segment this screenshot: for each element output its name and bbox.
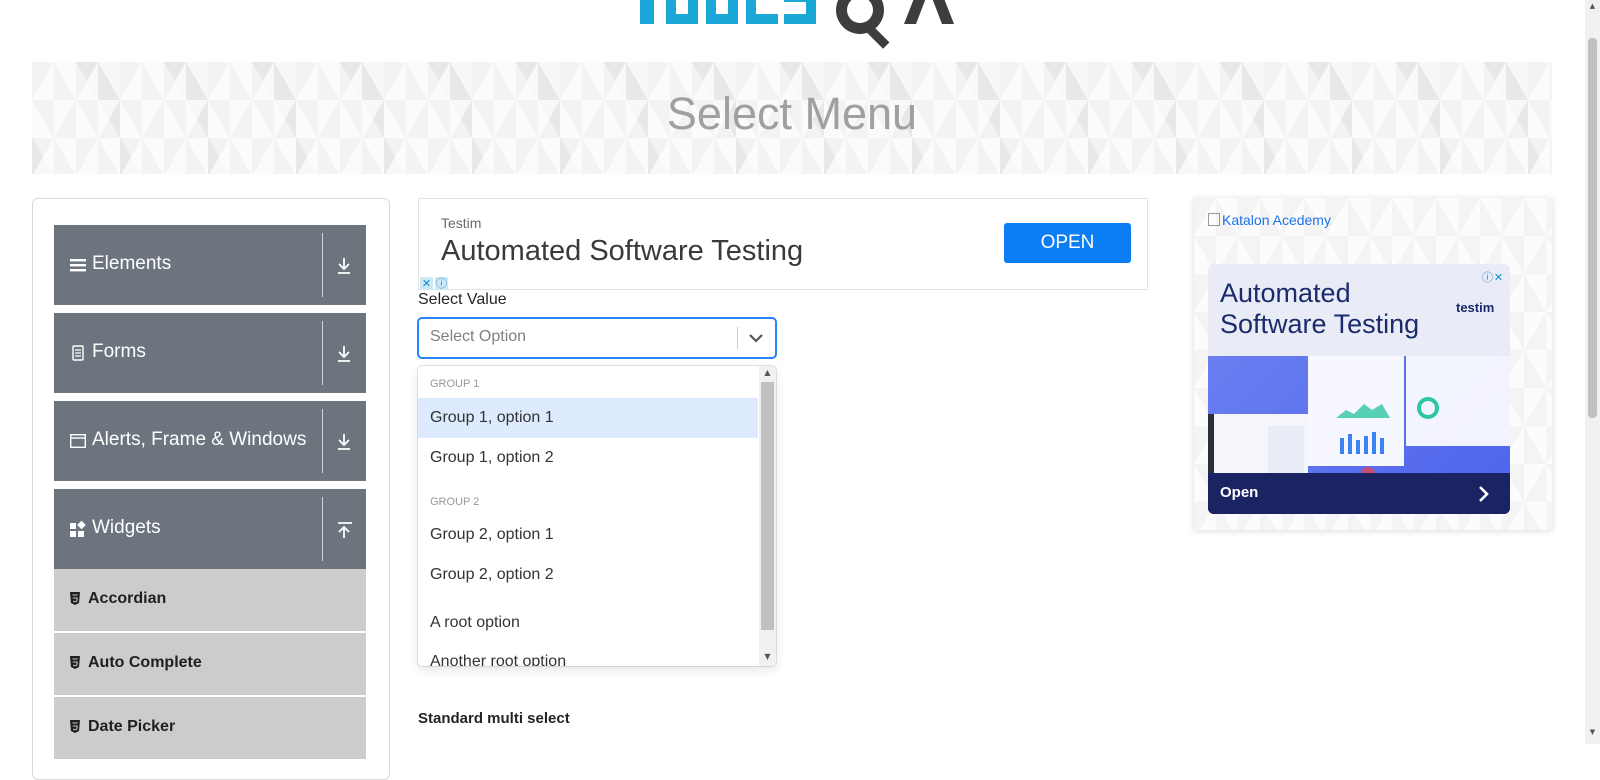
select-option[interactable]: Group 2, option 2 <box>418 555 758 595</box>
nav-item-label: Auto Complete <box>88 654 202 671</box>
select-option[interactable]: Group 1, option 1 <box>418 398 758 438</box>
download-arrow-icon[interactable] <box>336 257 352 275</box>
divider <box>322 233 323 297</box>
ad-brand: Testim <box>441 215 482 231</box>
nav-item-date-picker[interactable]: Date Picker <box>54 697 366 759</box>
nav-group-label: Widgets <box>92 517 161 538</box>
ad-headline: Automated Software Testing <box>441 235 804 267</box>
close-ad-icon[interactable]: ✕ <box>420 277 433 290</box>
nav-group-elements[interactable]: Elements <box>54 225 366 305</box>
toolsqa-logo[interactable] <box>640 0 960 54</box>
nav-item-label: Accordian <box>88 590 167 607</box>
left-panel-nav: Elements Forms Alerts, Frame & Windows W… <box>32 198 390 780</box>
nav-item-accordian[interactable]: Accordian <box>54 569 366 631</box>
select-value-dropdown[interactable]: Select Option <box>418 318 776 358</box>
ad-open-bar[interactable]: Open <box>1208 473 1510 514</box>
select-option[interactable]: A root option <box>418 603 758 643</box>
menu-scrollbar-thumb[interactable] <box>761 382 774 630</box>
group-heading: GROUP 1 <box>430 378 480 390</box>
scroll-down-icon[interactable]: ▼ <box>1585 728 1600 742</box>
select-option[interactable]: Group 1, option 2 <box>418 438 758 478</box>
nav-group-widgets[interactable]: Widgets <box>54 489 366 569</box>
broken-image-icon <box>1208 213 1220 226</box>
ad-headline: Automated Software Testing <box>1220 278 1420 339</box>
ad-choices[interactable]: ⓘ✕ <box>1482 266 1504 285</box>
html5-icon <box>70 720 80 733</box>
divider <box>322 409 323 473</box>
html5-icon <box>70 592 80 605</box>
page-scrollbar-thumb[interactable] <box>1588 38 1597 418</box>
download-arrow-icon[interactable] <box>336 345 352 363</box>
standard-multi-select-label: Standard multi select <box>418 710 570 727</box>
nav-group-alerts-frame-windows[interactable]: Alerts, Frame & Windows <box>54 401 366 481</box>
select-value-label: Select Value <box>418 291 507 308</box>
ad-card[interactable]: ⓘ✕ Automated Software Testing testim Ope… <box>1208 264 1510 514</box>
broken-image-link[interactable]: Katalon Acedemy <box>1208 212 1331 228</box>
chevron-right-icon <box>1479 486 1489 502</box>
document-icon <box>72 345 84 361</box>
widgets-icon <box>70 521 86 537</box>
page-scrollbar[interactable]: ▲ ▼ <box>1585 0 1600 744</box>
indicator-separator <box>737 327 738 349</box>
ad-sidebar-right[interactable]: Katalon Acedemy ⓘ✕ Automated Software Te… <box>1194 198 1552 530</box>
ad-brand: testim <box>1456 300 1495 315</box>
scroll-up-icon[interactable]: ▲ <box>761 368 774 380</box>
group-heading: GROUP 2 <box>430 496 480 508</box>
ad-open-label: Open <box>1220 484 1259 501</box>
ad-choices[interactable]: ✕ ⓘ <box>420 272 450 290</box>
scroll-down-icon[interactable]: ▼ <box>761 652 774 664</box>
select-menu-list: GROUP 1 Group 1, option 1 Group 1, optio… <box>418 366 776 666</box>
select-option[interactable]: Group 2, option 1 <box>418 515 758 555</box>
html5-icon <box>70 656 80 669</box>
ad-info-icon[interactable]: ⓘ <box>435 277 448 290</box>
upload-arrow-icon[interactable] <box>336 521 352 539</box>
divider <box>322 497 323 561</box>
nav-item-label: Date Picker <box>88 718 176 735</box>
page-title: Select Menu <box>666 88 918 139</box>
scroll-up-icon[interactable]: ▲ <box>1585 2 1600 16</box>
nav-group-label: Elements <box>92 253 172 274</box>
nav-item-auto-complete[interactable]: Auto Complete <box>54 633 366 695</box>
page-banner: Select Menu <box>32 62 1552 174</box>
nav-group-label: Alerts, Frame & Windows <box>92 429 307 450</box>
window-icon <box>70 434 86 449</box>
download-arrow-icon[interactable] <box>336 433 352 451</box>
select-placeholder: Select Option <box>430 328 527 345</box>
close-ad-icon[interactable]: ✕ <box>1493 272 1504 283</box>
ad-info-icon[interactable]: ⓘ <box>1482 272 1493 283</box>
nav-group-forms[interactable]: Forms <box>54 313 366 393</box>
select-option[interactable]: Another root option <box>418 642 758 666</box>
ad-open-button[interactable]: OPEN <box>1004 223 1131 263</box>
hamburger-icon <box>70 259 86 272</box>
ad-banner-top[interactable]: Testim Automated Software Testing OPEN <box>418 198 1148 290</box>
chevron-down-icon[interactable] <box>746 330 766 346</box>
nav-group-label: Forms <box>92 341 146 362</box>
divider <box>322 321 323 385</box>
